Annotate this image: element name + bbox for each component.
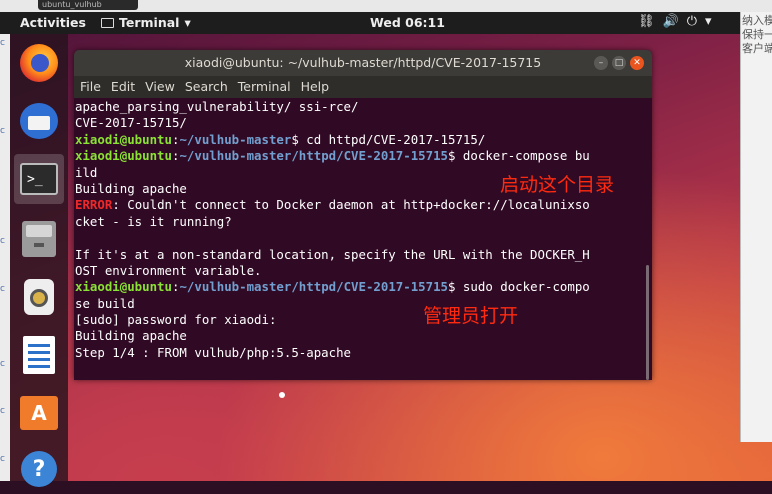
- menu-edit[interactable]: Edit: [111, 76, 135, 98]
- terminal-line: apache_parsing_vulnerability/ ssi-rce/: [75, 99, 640, 115]
- terminal-line: se build: [75, 296, 640, 312]
- system-tray[interactable]: ⛓ 🔊 ⏻ ▾: [638, 14, 712, 29]
- menu-file[interactable]: File: [80, 76, 101, 98]
- left-background-sliver: ccc cccc: [0, 34, 10, 481]
- line-text: Building apache: [75, 180, 187, 196]
- line-text: If it's at a non-standard location, spec…: [75, 246, 590, 262]
- dock: >_ A ?: [10, 34, 68, 487]
- terminal-line: Building apache: [75, 328, 640, 344]
- window-title: xiaodi@ubuntu: ~/vulhub-master/httpd/CVE…: [184, 55, 542, 70]
- line-text: OST environment variable.: [75, 262, 262, 278]
- prompt-command: $ docker-compose bu: [448, 148, 590, 164]
- software-store-icon: A: [20, 396, 58, 430]
- line-text: ild: [75, 164, 98, 180]
- terminal-titlebar[interactable]: xiaodi@ubuntu: ~/vulhub-master/httpd/CVE…: [74, 50, 652, 76]
- line-text: Building apache: [75, 328, 187, 344]
- top-bar: Activities Terminal ▾ Wed 06:11 ⛓ 🔊 ⏻ ▾: [0, 12, 740, 34]
- maximize-button[interactable]: □: [612, 56, 626, 70]
- terminal-line: cket - is it running?: [75, 214, 640, 230]
- writer-icon: [23, 336, 55, 374]
- dock-terminal[interactable]: >_: [14, 154, 64, 204]
- dock-help[interactable]: ?: [14, 444, 64, 494]
- terminal-line: OST environment variable.: [75, 263, 640, 279]
- prompt-path: ~/vulhub-master/httpd/CVE-2017-15715: [179, 148, 449, 164]
- dock-rhythmbox[interactable]: [14, 272, 64, 322]
- terminal-output[interactable]: apache_parsing_vulnerability/ ssi-rce/CV…: [75, 99, 640, 380]
- terminal-window[interactable]: xiaodi@ubuntu: ~/vulhub-master/httpd/CVE…: [74, 50, 652, 380]
- menu-search[interactable]: Search: [185, 76, 228, 98]
- clock[interactable]: Wed 06:11: [370, 15, 445, 30]
- line-text: cket - is it running?: [75, 213, 232, 229]
- terminal-line: xiaodi@ubuntu:~/vulhub-master/httpd/CVE-…: [75, 148, 640, 164]
- terminal-menubar: File Edit View Search Terminal Help: [74, 76, 652, 98]
- network-icon[interactable]: ⛓: [638, 14, 655, 29]
- rhythmbox-icon: [24, 279, 54, 315]
- line-text: Step 1/4 : FROM vulhub/php:5.5-apache: [75, 344, 352, 360]
- annotation-run-as-admin: 管理员打开: [423, 305, 519, 327]
- app-menu-label: Terminal: [119, 15, 180, 30]
- terminal-line: Step 1/4 : FROM vulhub/php:5.5-apache: [75, 345, 640, 361]
- app-menu-button[interactable]: Terminal ▾: [101, 15, 191, 30]
- power-icon[interactable]: ⏻: [687, 14, 697, 29]
- line-text: [sudo] password for xiaodi:: [75, 312, 277, 328]
- prompt-path: ~/vulhub-master: [179, 131, 292, 147]
- line-text: apache_parsing_vulnerability/ ssi-rce/: [75, 99, 359, 114]
- terminal-icon: >_: [20, 163, 58, 195]
- close-button[interactable]: ✕: [630, 56, 644, 70]
- error-label: ERROR: [75, 197, 113, 213]
- line-text: CVE-2017-15715/: [75, 115, 187, 131]
- terminal-small-icon: [101, 17, 114, 28]
- dock-writer[interactable]: [14, 330, 64, 380]
- volume-icon[interactable]: 🔊: [663, 14, 679, 29]
- dock-firefox[interactable]: [14, 38, 64, 88]
- dock-thunderbird[interactable]: [14, 96, 64, 146]
- menu-help[interactable]: Help: [301, 76, 330, 98]
- browser-tab[interactable]: ubuntu_vulhub: [38, 0, 138, 10]
- menu-view[interactable]: View: [145, 76, 175, 98]
- terminal-line: If it's at a non-standard location, spec…: [75, 247, 640, 263]
- background-window-sliver: 纳入模 保持一致性 客户端连: [740, 12, 772, 442]
- annotation-start-directory: 启动这个目录: [500, 174, 615, 196]
- mouse-pointer: [279, 392, 285, 398]
- firefox-icon: [20, 44, 58, 82]
- browser-strip: ubuntu_vulhub: [0, 0, 772, 12]
- activities-button[interactable]: Activities: [20, 15, 86, 30]
- line-text: : Couldn't connect to Docker daemon at h…: [112, 197, 590, 213]
- terminal-scrollbar[interactable]: [646, 265, 649, 380]
- prompt-user: xiaodi@ubuntu: [75, 279, 172, 295]
- terminal-line: [sudo] password for xiaodi:: [75, 312, 640, 328]
- files-icon: [22, 221, 56, 257]
- terminal-line: xiaodi@ubuntu:~/vulhub-master$ cd httpd/…: [75, 132, 640, 148]
- line-text: se build: [75, 295, 135, 311]
- prompt-command: $ sudo docker-compo: [448, 279, 590, 295]
- prompt-user: xiaodi@ubuntu: [75, 131, 172, 147]
- minimize-button[interactable]: –: [594, 56, 608, 70]
- thunderbird-icon: [20, 103, 58, 139]
- dock-software[interactable]: A: [14, 388, 64, 438]
- dock-files[interactable]: [14, 214, 64, 264]
- terminal-line: ERROR: Couldn't connect to Docker daemon…: [75, 197, 640, 213]
- terminal-line: xiaodi@ubuntu:~/vulhub-master/httpd/CVE-…: [75, 279, 640, 295]
- chevron-down-icon: ▾: [184, 15, 191, 30]
- prompt-path: ~/vulhub-master/httpd/CVE-2017-15715: [179, 279, 449, 295]
- menu-terminal[interactable]: Terminal: [238, 76, 291, 98]
- sliver-text: 客户端连: [742, 42, 772, 55]
- chevron-down-icon[interactable]: ▾: [705, 14, 712, 29]
- help-icon: ?: [21, 451, 57, 487]
- terminal-line: CVE-2017-15715/: [75, 115, 640, 131]
- prompt-user: xiaodi@ubuntu: [75, 148, 172, 164]
- prompt-command: $ cd httpd/CVE-2017-15715/: [291, 131, 486, 147]
